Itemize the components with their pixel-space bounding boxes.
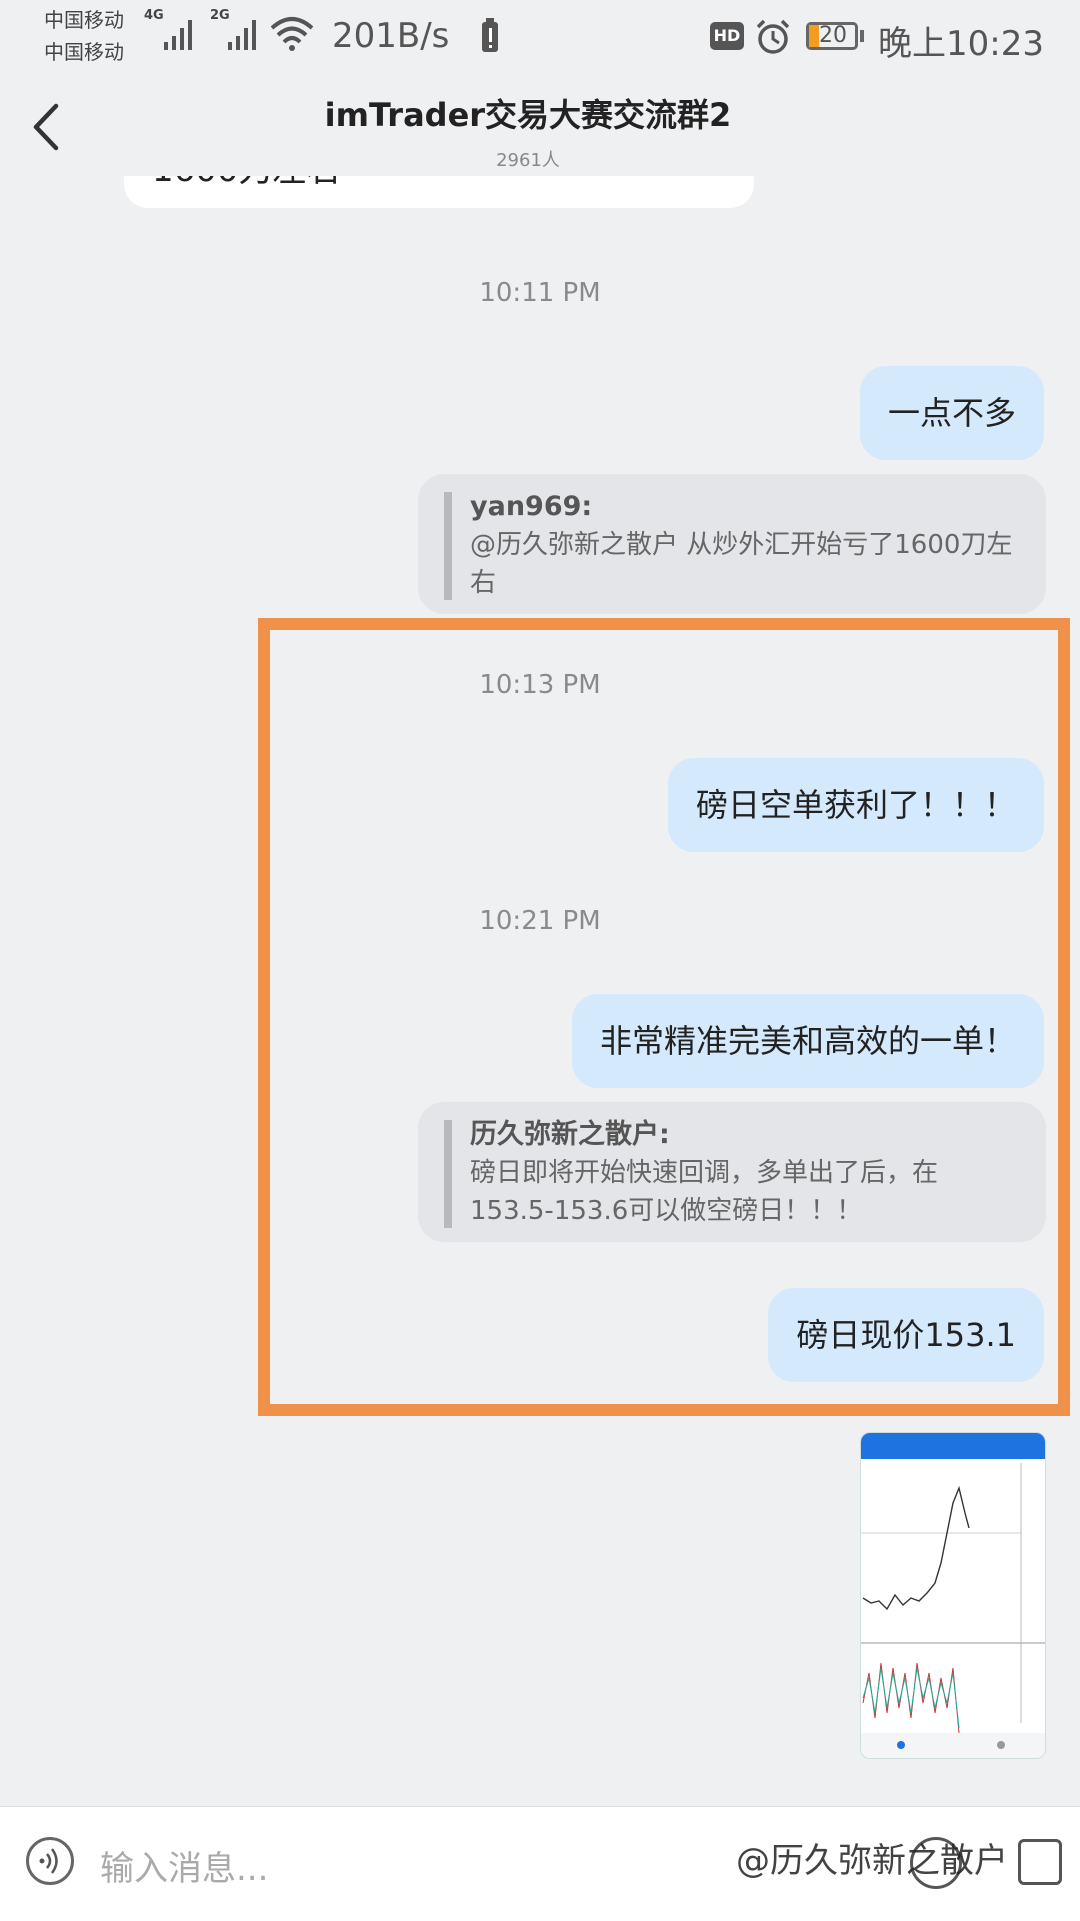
- quote-author: yan969:: [470, 491, 593, 522]
- watermark: @历久弥新之散户: [736, 1841, 1008, 1881]
- message-bubble-outgoing[interactable]: 一点不多: [859, 366, 1044, 460]
- message-text: 1600刀左右: [152, 176, 341, 191]
- warning-battery-icon: [482, 18, 498, 52]
- carrier-2: 中国移动: [44, 40, 124, 64]
- status-bar: 中国移动 中国移动 4G 2G 201B/s HD 20 晚上10:23: [0, 0, 1080, 76]
- quoted-message[interactable]: 历久弥新之散户: 磅日即将开始快速回调，多单出了后，在153.5-153.6可以…: [418, 1102, 1046, 1242]
- alarm-icon: [756, 19, 790, 54]
- quote-bar: [444, 492, 452, 600]
- wifi-icon: [270, 17, 314, 51]
- timestamp: 10:11 PM: [479, 278, 601, 308]
- more-options-icon[interactable]: [1018, 1839, 1062, 1885]
- battery-tip: [860, 30, 864, 42]
- message-bubble-outgoing[interactable]: 磅日现价153.1: [768, 1288, 1044, 1382]
- network-type-1: 4G: [144, 8, 164, 23]
- quoted-message[interactable]: yan969: @历久弥新之散户 从炒外汇开始亏了1600刀左右: [418, 474, 1046, 614]
- quote-text: 磅日即将开始快速回调，多单出了后，在153.5-153.6可以做空磅日！！！: [470, 1158, 939, 1226]
- battery-level: 20: [819, 23, 847, 48]
- hd-badge: HD: [710, 22, 744, 50]
- image-message-chart-screenshot[interactable]: [860, 1432, 1046, 1759]
- quote-author: 历久弥新之散户:: [470, 1119, 670, 1150]
- battery-icon: 20: [806, 22, 858, 50]
- timestamp: 10:21 PM: [479, 906, 601, 936]
- message-bubble-outgoing[interactable]: 磅日空单获利了！！！: [667, 758, 1044, 852]
- message-input[interactable]: 输入消息...: [100, 1841, 268, 1890]
- chat-header: imTrader交易大赛交流群2 2961人: [0, 76, 1080, 176]
- clock: 晚上10:23: [878, 24, 1044, 64]
- quote-bar: [444, 1120, 452, 1228]
- network-speed: 201B/s: [332, 16, 450, 56]
- message-bubble-incoming[interactable]: 1600刀左右: [124, 176, 754, 208]
- signal-icon-2: [228, 20, 256, 50]
- chart-thumbnail-image: [861, 1433, 1045, 1758]
- carrier-1: 中国移动: [44, 8, 124, 32]
- message-list[interactable]: 1600刀左右 10:11 PM 一点不多 yan969: @历久弥新之散户 从…: [0, 176, 1080, 1806]
- voice-input-icon[interactable]: [26, 1837, 74, 1885]
- quote-text: @历久弥新之散户 从炒外汇开始亏了1600刀左右: [470, 530, 1013, 598]
- member-count: 2961人: [496, 150, 560, 171]
- message-bubble-outgoing[interactable]: 非常精准完美和高效的一单！: [571, 994, 1044, 1088]
- chat-title: imTrader交易大赛交流群2: [324, 96, 732, 134]
- signal-icon: [164, 20, 192, 50]
- timestamp: 10:13 PM: [479, 670, 601, 700]
- message-input-bar: 输入消息... @历久弥新之散户: [0, 1806, 1080, 1921]
